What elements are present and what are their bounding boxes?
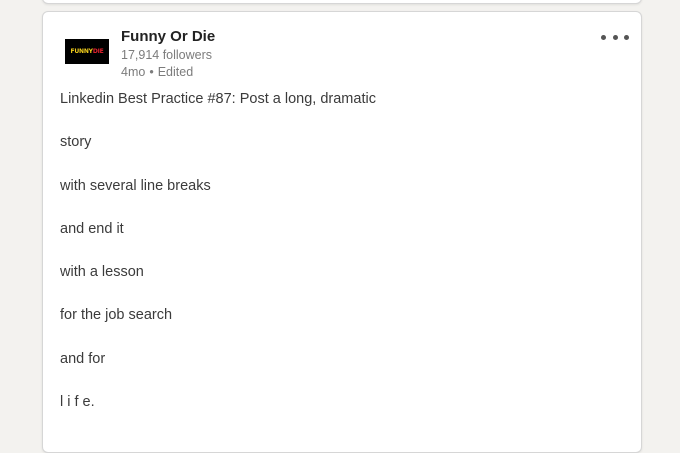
post-line: for the job search (60, 307, 173, 324)
logo-text-funny: FUNNY (70, 47, 93, 55)
post-line: story (60, 134, 92, 151)
logo-text-die: DIE (92, 47, 104, 55)
post-age: 4mo (121, 65, 146, 79)
ellipsis-icon (624, 34, 629, 40)
follower-count: 17,914 followers (121, 48, 213, 62)
post-line: with a lesson (60, 264, 144, 281)
edited-label: Edited (157, 65, 194, 79)
post-body: Linkedin Best Practice #87: Post a long,… (60, 88, 620, 434)
post-line: with several line breaks (60, 177, 211, 194)
ellipsis-icon (612, 34, 618, 40)
meta-separator: • (149, 65, 154, 79)
post-actor-header: FUNNY DIE Funny Or Die 17,914 followers 4… (43, 12, 641, 92)
previous-post-card (42, 0, 642, 4)
feed-post-card: FUNNY DIE Funny Or Die 17,914 followers 4… (42, 11, 642, 453)
post-line: Linkedin Best Practice #87: Post a long,… (60, 91, 376, 107)
ellipsis-icon (601, 34, 606, 40)
post-timestamp: 4mo • Edited (121, 65, 193, 79)
post-line: and for (60, 350, 106, 367)
post-line: l i f e. (60, 394, 95, 411)
post-line: and end it (60, 220, 124, 237)
more-options-button[interactable] (601, 30, 629, 44)
company-logo[interactable]: FUNNY DIE (65, 39, 109, 64)
author-name[interactable]: Funny Or Die (121, 28, 215, 45)
